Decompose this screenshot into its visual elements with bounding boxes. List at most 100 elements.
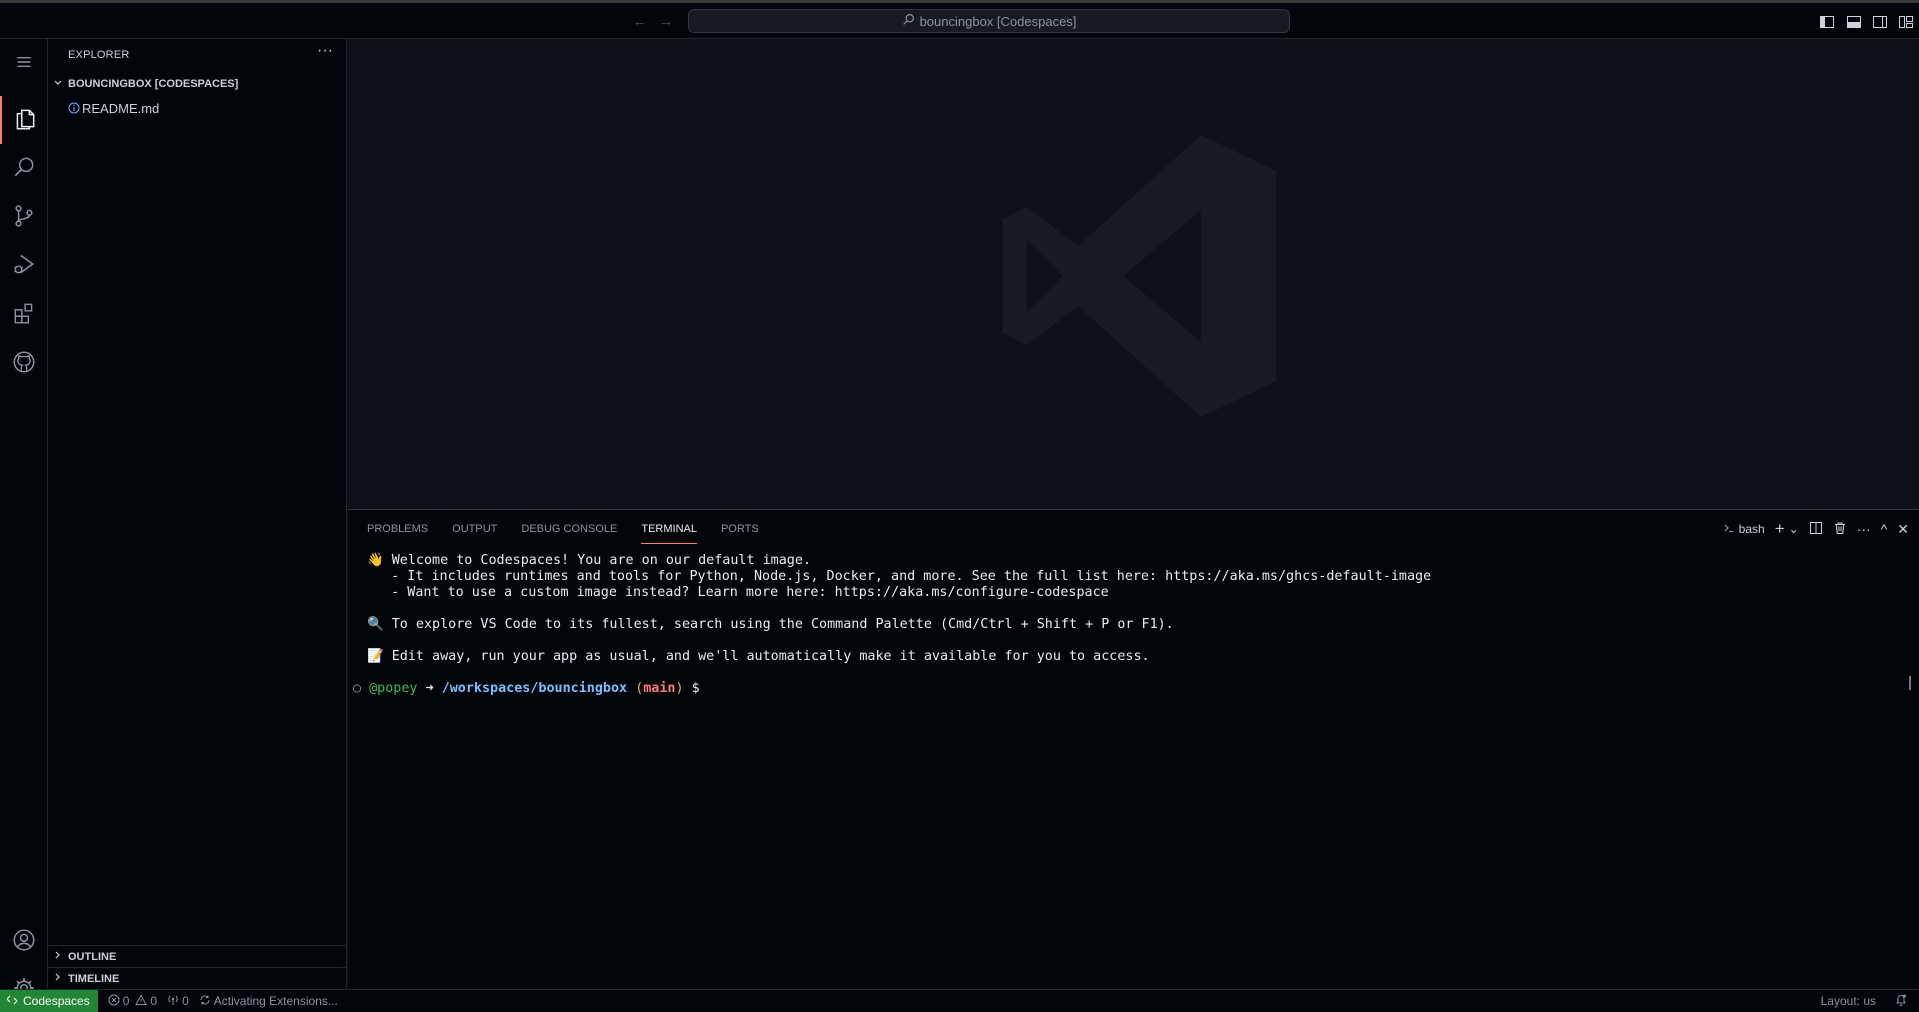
menu-button[interactable] (0, 39, 48, 87)
file-item-readme[interactable]: README.md (48, 97, 346, 119)
terminal-output[interactable]: 👋 Welcome to Codespaces! You are on our … (353, 553, 1897, 697)
search-icon (11, 154, 37, 183)
accounts-button[interactable] (0, 917, 48, 965)
warning-count: 0 (150, 994, 158, 1008)
prompt-status-marker: ○ (353, 681, 362, 696)
tab-terminal[interactable]: TERMINAL (641, 518, 697, 548)
waving-hand-icon: 👋 (367, 553, 384, 568)
back-button[interactable]: ← (631, 13, 649, 31)
explorer-button[interactable] (0, 96, 48, 144)
new-terminal-button[interactable]: + (1775, 520, 1785, 537)
terminal-shell-selector[interactable]: bash (1723, 522, 1765, 537)
sidebar-more-actions-button[interactable]: ··· (315, 43, 335, 63)
tab-output[interactable]: OUTPUT (452, 518, 497, 548)
terminal-line-text: Welcome to Codespaces! You are on our de… (391, 553, 811, 568)
close-panel-button[interactable]: ✕ (1897, 521, 1909, 537)
hamburger-menu-icon (11, 49, 37, 78)
tab-problems[interactable]: PROBLEMS (367, 518, 428, 548)
error-icon (108, 994, 120, 1009)
terminal-scrollbar[interactable] (1909, 676, 1911, 690)
sync-icon (199, 994, 211, 1009)
toggle-secondary-sidebar-icon[interactable] (1872, 14, 1888, 30)
explorer-sidebar: EXPLORER ··· BOUNCINGBOX [CODESPACES] RE… (48, 39, 347, 989)
terminal-line: 📝 Edit away, run your app as usual, and … (367, 649, 1897, 665)
broadcast-icon (167, 994, 179, 1009)
terminal-prompt: ○ @popey ➜ /workspaces/bouncingbox (main… (353, 681, 1897, 697)
activity-status[interactable]: Activating Extensions... (199, 994, 338, 1009)
terminal-line: 🔍 To explore VS Code to its fullest, sea… (367, 617, 1897, 633)
extensions-button[interactable] (0, 290, 48, 338)
outline-section-label: OUTLINE (68, 950, 117, 963)
files-icon (12, 106, 38, 135)
maximize-panel-button[interactable]: ^ (1881, 521, 1888, 537)
terminal-line-text: To explore VS Code to its fullest, searc… (391, 617, 1174, 632)
extensions-icon (11, 300, 37, 329)
file-item-label: README.md (82, 100, 160, 116)
prompt-branch: main (643, 681, 676, 696)
memo-icon: 📝 (367, 649, 384, 664)
sidebar-title: EXPLORER (68, 49, 130, 61)
timeline-section-header[interactable]: TIMELINE (48, 967, 346, 989)
terminal-icon (1723, 522, 1735, 537)
customize-layout-icon[interactable] (1898, 14, 1914, 30)
vscode-watermark-icon (988, 126, 1288, 429)
editor-area[interactable] (348, 39, 1919, 510)
source-control-button[interactable] (0, 193, 48, 241)
terminal-shell-label: bash (1738, 522, 1765, 536)
trash-icon[interactable] (1833, 521, 1847, 538)
terminal-line-text: Edit away, run your app as usual, and we… (391, 649, 1150, 664)
chevron-right-icon (48, 950, 68, 963)
launch-profile-dropdown[interactable]: ⌄ (1789, 521, 1799, 537)
toggle-panel-icon[interactable] (1846, 14, 1862, 30)
search-button[interactable] (0, 144, 48, 192)
chevron-right-icon (48, 972, 68, 985)
prompt-close-paren: ) (675, 681, 684, 696)
forward-button[interactable]: → (657, 13, 675, 31)
remote-indicator[interactable]: Codespaces (0, 990, 98, 1012)
prompt-arrow: ➜ (425, 681, 434, 696)
bell-icon[interactable] (1895, 993, 1907, 1010)
status-bar: Codespaces 0 0 0 Activating Extensions..… (0, 989, 1919, 1012)
problems-status[interactable]: 0 0 (108, 993, 158, 1009)
run-debug-button[interactable] (0, 241, 48, 289)
prompt-user: @popey (369, 681, 418, 696)
panel-actions: bash + ⌄ ··· ^ ✕ (1723, 518, 1909, 540)
source-control-icon (11, 203, 37, 232)
command-center-label: bouncingbox [Codespaces] (919, 13, 1077, 29)
chevron-down-icon (48, 78, 68, 91)
terminal-line: - Want to use a custom image instead? Le… (367, 585, 1109, 600)
bottom-panel: PROBLEMS OUTPUT DEBUG CONSOLE TERMINAL P… (348, 510, 1919, 989)
workspace-folder-name: BOUNCINGBOX [CODESPACES] (68, 78, 239, 90)
timeline-section-label: TIMELINE (68, 972, 120, 985)
error-count: 0 (122, 994, 130, 1008)
info-icon (68, 102, 82, 114)
workspace-folder-header[interactable]: BOUNCINGBOX [CODESPACES] (48, 73, 346, 95)
split-terminal-icon[interactable] (1809, 521, 1823, 538)
command-center[interactable]: bouncingbox [Codespaces] (688, 9, 1290, 33)
warning-icon (135, 993, 148, 1009)
remote-label: Codespaces (23, 994, 90, 1008)
search-icon (902, 13, 915, 29)
remote-icon (6, 994, 18, 1009)
outline-section-header[interactable]: OUTLINE (48, 945, 346, 967)
activity-bar (0, 39, 48, 998)
ports-status[interactable]: 0 (167, 994, 189, 1009)
keyboard-layout-status[interactable]: Layout: us (1821, 994, 1876, 1008)
github-button[interactable] (0, 339, 48, 387)
run-debug-icon (11, 251, 37, 280)
title-bar: ← → bouncingbox [Codespaces] (0, 0, 1919, 39)
prompt-path: /workspaces/bouncingbox (441, 681, 628, 696)
github-icon (11, 349, 37, 378)
panel-tabs: PROBLEMS OUTPUT DEBUG CONSOLE TERMINAL P… (367, 518, 759, 548)
tab-ports[interactable]: PORTS (721, 518, 759, 548)
activity-label: Activating Extensions... (213, 994, 338, 1008)
terminal-line: - It includes runtimes and tools for Pyt… (367, 569, 1432, 584)
account-icon (11, 927, 37, 956)
panel-more-actions-button[interactable]: ··· (1857, 521, 1871, 537)
ports-count: 0 (182, 994, 189, 1008)
toggle-primary-sidebar-icon[interactable] (1819, 14, 1835, 30)
terminal-line: 👋 Welcome to Codespaces! You are on our … (367, 553, 1897, 569)
tab-debug-console[interactable]: DEBUG CONSOLE (521, 518, 617, 548)
magnifier-icon: 🔍 (367, 617, 384, 632)
prompt-symbol: $ (691, 681, 700, 696)
